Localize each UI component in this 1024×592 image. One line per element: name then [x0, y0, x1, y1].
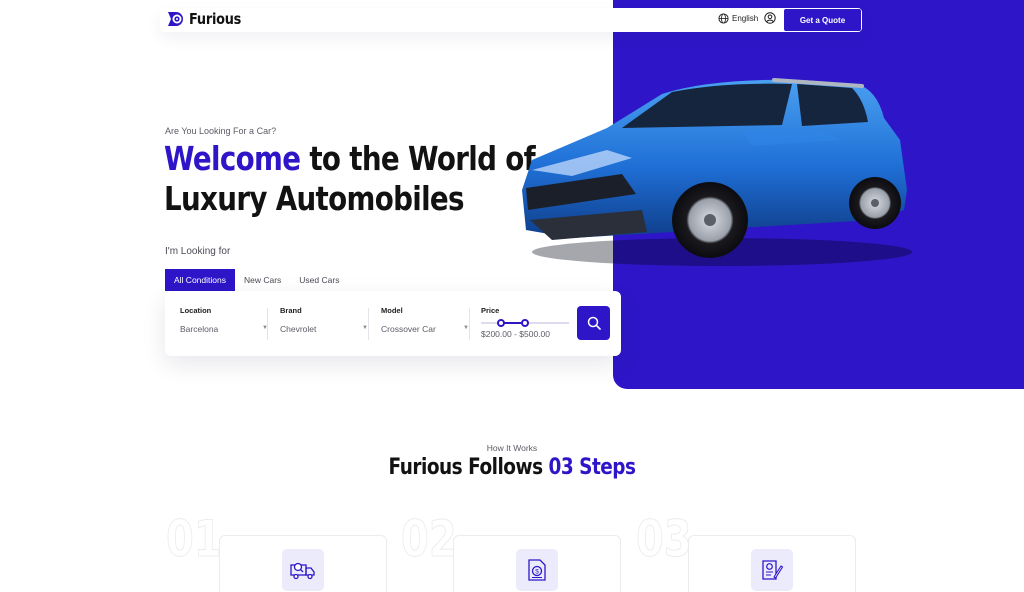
hero-car-image	[522, 78, 912, 266]
car-search-form: Location Barcelona ▼ Brand Chevrolet ▼ Mod…	[165, 291, 621, 356]
location-select[interactable]: Location Barcelona ▼	[180, 306, 268, 334]
globe-icon	[718, 13, 729, 24]
how-it-works-title: Furious Follows 03 Steps	[0, 455, 1024, 480]
search-icon	[587, 316, 601, 330]
price-value: $200.00 - $500.00	[481, 329, 551, 339]
location-value: Barcelona	[180, 324, 219, 334]
step-card-3	[688, 535, 856, 592]
brand-logo[interactable]: Furious	[166, 10, 250, 28]
model-value: Crossover Car	[381, 324, 436, 334]
how-title-main: Furious Follows	[388, 455, 549, 480]
tab-used-cars[interactable]: Used Cars	[290, 269, 348, 291]
brand-name: Furious	[189, 10, 242, 28]
tab-all-conditions[interactable]: All Conditions	[165, 269, 235, 291]
condition-tabs: All Conditions New Cars Used Cars	[165, 269, 348, 291]
language-label: English	[732, 14, 759, 23]
svg-text:$: $	[535, 569, 539, 576]
search-button[interactable]	[577, 306, 610, 340]
certificate-sign-icon	[751, 549, 793, 591]
delivery-truck-search-icon	[282, 549, 324, 591]
how-it-works-eyebrow: How It Works	[486, 443, 538, 453]
price-slider[interactable]	[481, 319, 571, 327]
location-label: Location	[180, 306, 212, 315]
tab-new-cars[interactable]: New Cars	[235, 269, 290, 291]
wheel-logo-icon	[168, 12, 183, 26]
looking-for-label: I'm Looking for	[165, 246, 231, 257]
step-number: 02	[401, 510, 457, 569]
model-label: Model	[381, 306, 403, 315]
step-card-1	[219, 535, 387, 592]
field-divider	[469, 308, 470, 340]
price-slider-min-handle[interactable]	[497, 319, 506, 327]
brand-value: Chevrolet	[280, 324, 317, 334]
hero-title-accent: Welcome	[164, 139, 301, 178]
how-title-accent: 03 Steps	[548, 455, 636, 480]
hero-eyebrow: Are You Looking For a Car?	[165, 126, 277, 136]
step-number: 03	[636, 510, 692, 569]
price-slider-max-handle[interactable]	[521, 319, 529, 327]
step-card-2: $	[453, 535, 621, 592]
language-selector[interactable]: English	[718, 13, 758, 24]
hero-title-line1: to the World of	[300, 139, 536, 178]
get-a-quote-button[interactable]: Get a Quote	[784, 9, 861, 31]
document-price-icon: $	[516, 549, 558, 591]
brand-label: Brand	[280, 306, 302, 315]
brand-select[interactable]: Brand Chevrolet ▼	[280, 306, 368, 334]
field-divider	[368, 308, 369, 340]
user-icon[interactable]	[764, 12, 776, 24]
hero-title: Welcome to the World of Luxury Automobil…	[164, 139, 536, 219]
step-number: 01	[166, 510, 222, 569]
price-label: Price	[481, 306, 500, 315]
price-range: Price $200.00 - $500.00	[481, 306, 571, 339]
hero-title-line2: Luxury Automobiles	[164, 179, 465, 218]
field-divider	[267, 308, 268, 340]
model-select[interactable]: Model Crossover Car ▼	[381, 306, 469, 334]
